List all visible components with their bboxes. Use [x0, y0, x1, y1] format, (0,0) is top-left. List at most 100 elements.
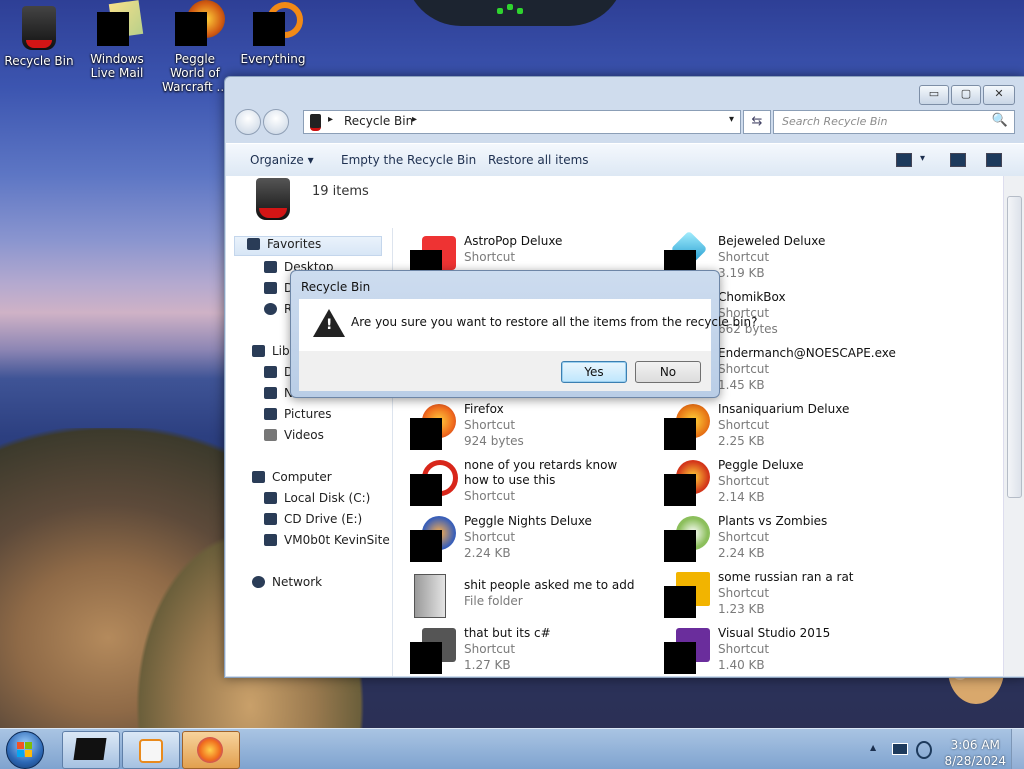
recent-places-icon [264, 303, 277, 315]
desktop-icon-windows-live-mail[interactable]: Windows Live Mail [78, 0, 156, 80]
videos-icon [264, 429, 277, 441]
documents-icon [264, 366, 277, 378]
close-button[interactable]: ✕ [983, 85, 1015, 105]
back-button[interactable] [235, 109, 261, 135]
recycle-bin-icon [22, 6, 56, 50]
help-icon[interactable] [986, 153, 1002, 167]
organize-button[interactable]: Organize ▾ [250, 153, 314, 167]
dialog-message: Are you sure you want to restore all the… [351, 315, 758, 329]
clock[interactable]: 3:06 AM 8/28/2024 [944, 737, 1006, 769]
breadcrumb-recycle-bin[interactable]: Recycle Bin [344, 114, 413, 128]
forward-button[interactable] [263, 109, 289, 135]
search-box[interactable]: Search Recycle Bin 🔍 [773, 110, 1015, 134]
shortcut-app-icon [410, 460, 458, 506]
desktop-icon-peggle-wow[interactable]: Peggle World of Warcraft ... [156, 0, 234, 94]
confirm-dialog[interactable]: Recycle Bin Are you sure you want to res… [290, 270, 757, 398]
scrollbar-thumb[interactable] [1007, 196, 1022, 498]
preview-pane-icon[interactable] [950, 153, 966, 167]
shortcut-app-icon [664, 572, 710, 618]
minimize-button[interactable]: ▭ [919, 85, 949, 105]
change-view-icon[interactable] [896, 153, 912, 167]
local-disk-icon [264, 492, 277, 504]
start-button[interactable] [6, 731, 44, 769]
nav-music[interactable]: N [264, 386, 293, 400]
dialog-title: Recycle Bin [301, 280, 371, 294]
system-tray: ▲ 3:06 AM 8/28/2024 [860, 729, 1024, 769]
taskbar: ▲ 3:06 AM 8/28/2024 [0, 728, 1024, 769]
no-button[interactable]: No [635, 361, 701, 383]
desktop-icon [264, 261, 277, 273]
search-icon[interactable]: 🔍 [992, 113, 1008, 128]
taskbar-media-player-button[interactable] [122, 731, 180, 769]
desktop-icon-recycle-bin[interactable]: Recycle Bin [0, 4, 78, 68]
clock-date: 8/28/2024 [944, 754, 1006, 768]
breadcrumb-separator[interactable]: ▸ [412, 114, 417, 125]
search-placeholder: Search Recycle Bin [782, 115, 888, 128]
libraries-icon [252, 345, 265, 357]
yes-button[interactable]: Yes [561, 361, 627, 383]
nav-recent-places[interactable]: R [264, 302, 292, 316]
list-item[interactable]: Insaniquarium Deluxe Shortcut 2.25 KB [646, 402, 896, 456]
list-item[interactable]: Peggle Deluxe Shortcut 2.14 KB [646, 458, 896, 512]
desktop-icon-label: Recycle Bin [4, 54, 74, 68]
everything-icon [253, 2, 303, 46]
nav-local-disk[interactable]: Local Disk (C:) [264, 491, 370, 505]
music-icon [264, 387, 277, 399]
recycle-bin-small-icon [310, 114, 321, 131]
peggle-wow-icon [175, 0, 225, 46]
volume-tray-icon[interactable] [916, 741, 932, 759]
nav-libraries[interactable]: Lib [252, 344, 290, 358]
dialog-footer: Yes No [299, 351, 711, 391]
item-count: 19 items [312, 184, 369, 199]
nav-network[interactable]: Network [252, 575, 322, 589]
address-bar[interactable]: ▸ Recycle Bin ▸ ▾ [303, 110, 741, 134]
star-icon [247, 238, 260, 250]
show-desktop-button[interactable] [1011, 729, 1024, 769]
desktop-icon-label: Windows Live Mail [90, 52, 144, 80]
taskbar-explorer-button[interactable] [62, 731, 120, 769]
list-item[interactable]: Firefox Shortcut 924 bytes [392, 402, 642, 456]
cd-drive-icon [264, 513, 277, 525]
dialog-body: Are you sure you want to restore all the… [299, 299, 757, 351]
computer-icon [252, 471, 265, 483]
list-item[interactable]: some russian ran a rat Shortcut 1.23 KB [646, 570, 896, 624]
list-item[interactable]: Visual Studio 2015 Shortcut 1.40 KB [646, 626, 896, 676]
plants-vs-zombies-icon [664, 516, 710, 562]
view-dropdown-icon[interactable]: ▾ [920, 153, 925, 164]
list-item[interactable]: Peggle Nights Deluxe Shortcut 2.24 KB [392, 514, 642, 568]
address-dropdown-icon[interactable]: ▾ [729, 114, 734, 125]
network-tray-icon[interactable] [892, 743, 908, 755]
maximize-button[interactable]: ▢ [951, 85, 981, 105]
warning-icon [313, 309, 345, 337]
list-item[interactable]: Plants vs Zombies Shortcut 2.24 KB [646, 514, 896, 568]
vertical-scrollbar[interactable] [1003, 176, 1024, 676]
firefox-icon [410, 404, 456, 450]
shortcut-app-icon [410, 628, 456, 674]
breadcrumb-separator[interactable]: ▸ [328, 114, 333, 125]
media-player-icon [139, 739, 163, 763]
nav-downloads[interactable]: D [264, 281, 293, 295]
details-header: 19 items [226, 176, 1003, 228]
empty-recycle-bin-button[interactable]: Empty the Recycle Bin [341, 153, 476, 167]
firefox-icon [197, 737, 223, 763]
show-hidden-icons[interactable]: ▲ [870, 743, 876, 752]
nav-computer[interactable]: Computer [252, 470, 332, 484]
nav-videos[interactable]: Videos [264, 428, 324, 442]
list-item[interactable]: that but its c# Shortcut 1.27 KB [392, 626, 642, 676]
nav-documents[interactable]: D [264, 365, 293, 379]
nav-network-location[interactable]: VM0b0t KevinSite [264, 533, 390, 547]
recycle-bin-taskbar-icon [73, 738, 107, 760]
pictures-icon [264, 408, 277, 420]
list-item[interactable]: none of you retards know how to use this… [392, 458, 642, 512]
refresh-button[interactable]: ⇆ [743, 110, 771, 134]
nav-favorites[interactable]: Favorites [234, 236, 382, 256]
nav-pictures[interactable]: Pictures [264, 407, 332, 421]
restore-all-items-button[interactable]: Restore all items [488, 153, 589, 167]
network-drive-icon [264, 534, 277, 546]
network-icon [252, 576, 265, 588]
taskbar-firefox-button[interactable] [182, 731, 240, 769]
desktop-icon-everything[interactable]: Everything [234, 2, 312, 66]
nav-cd-drive[interactable]: CD Drive (E:) [264, 512, 362, 526]
content-area: 19 items Favorites Desktop D R Lib D N P… [226, 176, 1003, 676]
list-item[interactable]: shit people asked me to add File folder [392, 570, 642, 624]
